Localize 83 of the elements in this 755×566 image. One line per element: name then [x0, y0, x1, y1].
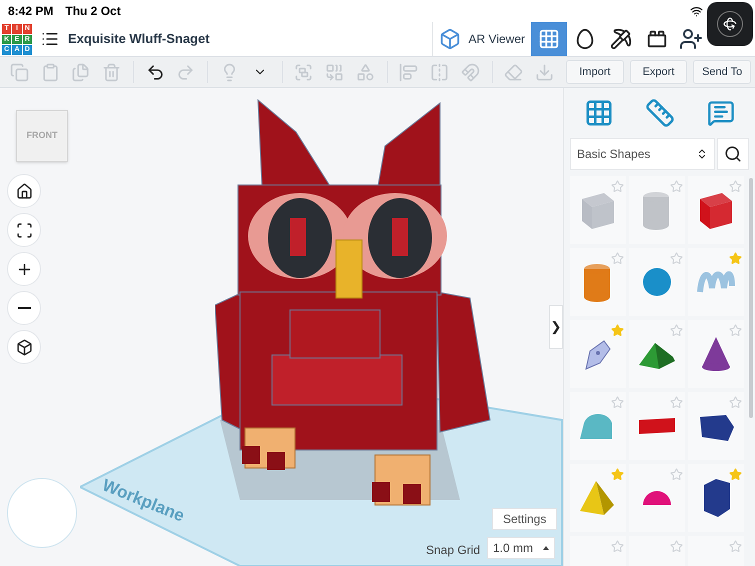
favorite-star-icon[interactable] — [729, 252, 742, 265]
perspective-icon — [16, 338, 32, 356]
align-icon — [399, 62, 418, 82]
group-icon — [294, 62, 314, 82]
favorite-star-icon[interactable] — [611, 324, 624, 337]
shape-tile[interactable] — [570, 248, 626, 316]
category-select[interactable]: Basic Shapes — [570, 138, 715, 170]
favorite-star-icon[interactable] — [611, 468, 624, 481]
perspective-button[interactable] — [7, 330, 41, 364]
mirror-icon — [430, 62, 450, 82]
updown-icon — [696, 148, 708, 160]
shape-tile[interactable] — [688, 248, 744, 316]
zoom-out-button[interactable] — [7, 291, 41, 325]
shape-tile[interactable] — [629, 392, 686, 460]
home-view-icon — [16, 182, 32, 200]
favorite-star-icon[interactable] — [670, 540, 684, 553]
favorite-star-icon[interactable] — [670, 252, 684, 265]
toolbar-button[interactable]: Export — [630, 60, 688, 84]
workplane-icon[interactable] — [584, 98, 614, 128]
add-user-icon[interactable] — [679, 27, 703, 51]
snap-grid-select[interactable]: 1.0 mm — [487, 537, 555, 559]
shape-tile[interactable] — [570, 392, 626, 460]
fit-view-button[interactable] — [7, 213, 41, 247]
favorite-star-icon[interactable] — [670, 324, 684, 337]
scrollbar[interactable] — [749, 178, 753, 418]
shape-tile[interactable] — [570, 176, 626, 244]
design-title[interactable]: Exquisite Wluff-Snaget — [68, 29, 210, 49]
zoom-in-button[interactable] — [7, 252, 41, 286]
ar-viewer-button[interactable]: AR Viewer — [432, 22, 531, 56]
toolbar-button[interactable]: Import — [566, 60, 624, 84]
settings-button[interactable]: Settings — [492, 508, 558, 530]
search-icon — [724, 145, 742, 163]
assistive-touch-icon — [723, 17, 737, 31]
combine-icon — [325, 62, 344, 82]
favorite-star-icon[interactable] — [611, 252, 624, 265]
favorite-star-icon[interactable] — [611, 180, 624, 193]
duplicate-icon — [71, 62, 90, 82]
ruler-icon[interactable] — [645, 98, 676, 128]
paste-icon — [40, 62, 60, 82]
favorite-star-icon[interactable] — [729, 540, 742, 553]
copy-icon — [10, 62, 29, 82]
fit-view-icon — [16, 222, 32, 238]
shape-tile[interactable] — [629, 320, 686, 388]
shape-tile[interactable] — [688, 176, 744, 244]
shape-tile[interactable] — [570, 464, 626, 532]
delete-icon — [102, 62, 121, 82]
status-date: Thu 2 Oct — [65, 3, 121, 20]
favorite-star-icon[interactable] — [729, 468, 742, 481]
favorite-star-icon[interactable] — [670, 396, 684, 409]
shape-tile[interactable] — [688, 392, 744, 460]
search-button[interactable] — [717, 138, 749, 170]
shape-tile[interactable] — [688, 320, 744, 388]
magnet-icon — [460, 62, 480, 82]
toolbar-button[interactable]: Send To — [693, 60, 751, 84]
panel-toggle-button[interactable]: ❯ — [549, 305, 563, 349]
brick-icon — [646, 28, 668, 50]
favorite-star-icon[interactable] — [670, 180, 684, 193]
shape-tile[interactable] — [629, 176, 686, 244]
shape-tile[interactable] — [629, 248, 686, 316]
status-time: 8:42 PM — [8, 3, 54, 20]
wifi-icon — [690, 4, 703, 18]
design-list-icon[interactable] — [41, 30, 59, 48]
favorite-star-icon[interactable] — [611, 540, 624, 553]
undo-icon — [146, 62, 165, 82]
pickaxe-icon — [610, 28, 632, 50]
eraser-icon — [504, 62, 524, 82]
redo-icon — [176, 62, 196, 82]
home-view-button[interactable] — [7, 174, 41, 208]
favorite-star-icon[interactable] — [729, 180, 742, 193]
snap-grid-label: Snap Grid — [426, 542, 480, 559]
notes-icon[interactable] — [707, 99, 736, 127]
assistive-touch-button[interactable] — [707, 2, 753, 46]
favorite-star-icon[interactable] — [611, 396, 624, 409]
cube-icon — [438, 28, 461, 50]
shape-tile[interactable] — [688, 464, 744, 532]
grid-view-icon — [538, 28, 560, 50]
favorite-star-icon[interactable] — [670, 468, 684, 481]
shape-tile[interactable] — [629, 464, 686, 532]
shape-tile[interactable] — [570, 320, 626, 388]
shapes-icon — [356, 62, 375, 82]
caret-icon — [543, 546, 549, 550]
favorite-star-icon[interactable] — [729, 324, 742, 337]
favorite-star-icon[interactable] — [729, 396, 742, 409]
